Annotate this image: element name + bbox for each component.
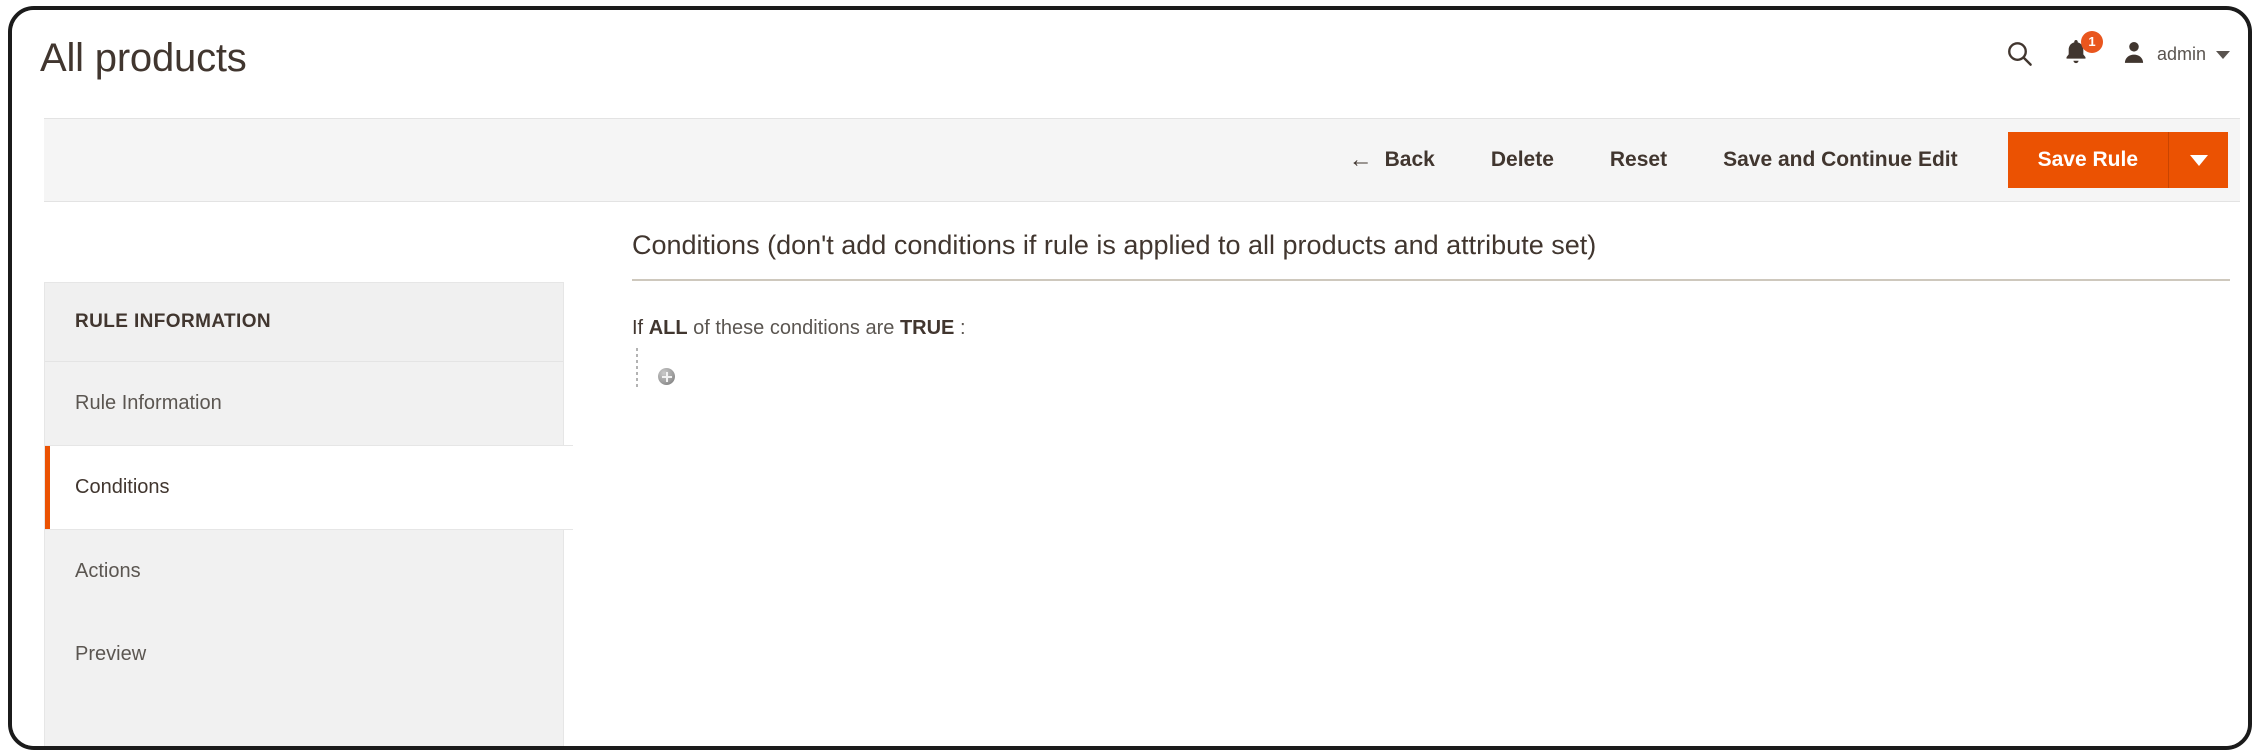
page-title: All products [40, 36, 247, 80]
sidebar-item-label: Actions [75, 560, 141, 582]
sidebar-item-preview[interactable]: Preview [45, 613, 563, 696]
notification-badge: 1 [2080, 30, 2103, 53]
page-header: All products 1 admin [12, 10, 2248, 118]
sidebar-item-label: Rule Information [75, 392, 222, 414]
admin-label: admin [2156, 43, 2206, 64]
bell-icon [2063, 39, 2089, 70]
caret-down-icon [2189, 154, 2208, 166]
condition-sentence: If ALL of these conditions are TRUE : [632, 317, 2228, 340]
reset-button[interactable]: Reset [1582, 148, 1695, 172]
rule-information-sidebar: RULE INFORMATION Rule Information Condit… [44, 282, 573, 746]
sidebar-item-label: Preview [75, 643, 147, 665]
heading-divider [632, 279, 2230, 281]
page-actions-toolbar: ← Back Delete Reset Save and Continue Ed… [44, 118, 2240, 202]
sidebar-item-conditions[interactable]: Conditions [45, 445, 573, 530]
conditions-heading: Conditions (don't add conditions if rule… [632, 230, 1597, 260]
header-actions: 1 admin [2005, 30, 2230, 76]
content-area: RULE INFORMATION Rule Information Condit… [12, 202, 2248, 746]
condition-middle-text: of these conditions are [693, 317, 895, 339]
admin-menu-button[interactable]: admin [2121, 34, 2230, 74]
condition-value[interactable]: TRUE [900, 317, 954, 339]
sidebar-item-rule-information[interactable]: Rule Information [45, 362, 563, 445]
back-button[interactable]: ← Back [1321, 148, 1463, 172]
condition-prefix: If [632, 317, 644, 339]
sidebar-title: RULE INFORMATION [45, 283, 563, 362]
user-avatar-icon [2121, 39, 2147, 70]
chevron-down-icon [2216, 51, 2230, 59]
conditions-panel: Conditions (don't add conditions if rule… [632, 202, 2230, 396]
window-frame: All products 1 admin ← Back Delete Reset… [8, 6, 2252, 750]
back-arrow-icon: ← [1348, 146, 1373, 173]
delete-button[interactable]: Delete [1463, 148, 1582, 172]
add-condition-plus-icon[interactable] [658, 368, 675, 385]
search-icon [2005, 39, 2035, 69]
bell-wrap: 1 [2063, 30, 2103, 71]
back-button-label: Back [1384, 148, 1435, 171]
save-rule-button[interactable]: Save Rule [2007, 132, 2168, 188]
save-rule-dropdown-toggle[interactable] [2168, 132, 2228, 188]
condition-aggregator[interactable]: ALL [649, 317, 688, 339]
save-and-continue-edit-button[interactable]: Save and Continue Edit [1695, 148, 1986, 172]
sidebar-item-actions[interactable]: Actions [45, 530, 563, 613]
search-button[interactable] [2005, 34, 2035, 74]
condition-children-list [636, 348, 2228, 396]
notifications-button[interactable]: 1 [2063, 30, 2103, 74]
condition-suffix: : [959, 317, 966, 339]
sidebar-item-label: Conditions [75, 476, 170, 498]
save-rule-split-button: Save Rule [2007, 132, 2228, 188]
